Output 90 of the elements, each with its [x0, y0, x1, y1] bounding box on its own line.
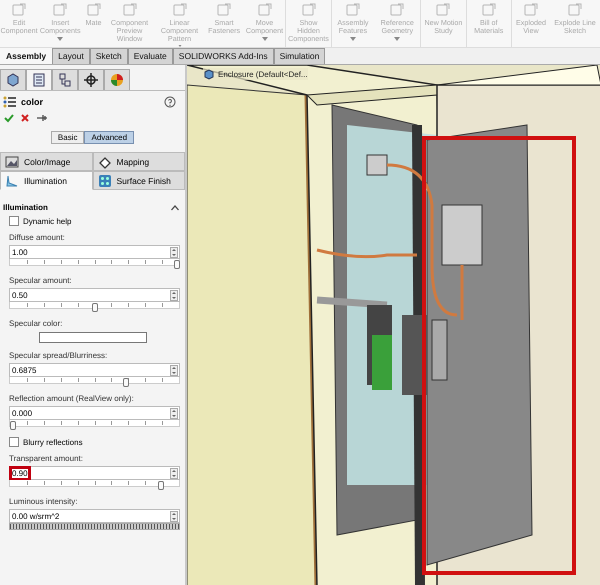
slider-track[interactable] — [9, 480, 180, 487]
ribbon-tab[interactable]: Simulation — [274, 48, 326, 64]
panel-tab[interactable] — [52, 69, 78, 90]
checkbox[interactable] — [9, 437, 19, 447]
component-icon — [122, 2, 138, 18]
field-label: Specular amount: — [9, 276, 73, 286]
spin-icon[interactable] — [170, 510, 178, 522]
component-icon — [480, 2, 497, 18]
component-icon — [389, 2, 406, 18]
appearance-tab[interactable]: Illumination — [0, 171, 92, 190]
checkmark-icon[interactable] — [4, 113, 14, 123]
field-value: 0.00 w/srm^2 — [12, 512, 60, 520]
section-title: Illumination — [3, 203, 48, 212]
assembly-icon — [203, 68, 215, 80]
ribbon-tab[interactable]: Sketch — [90, 48, 128, 64]
slider-track[interactable] — [9, 523, 180, 530]
spin-icon[interactable] — [170, 246, 178, 258]
number-field[interactable]: 0.6875 — [9, 363, 180, 377]
appearance-tab[interactable]: Mapping — [92, 152, 185, 171]
component-icon — [567, 2, 584, 18]
caret-icon — [262, 37, 268, 41]
component-icon — [52, 2, 68, 18]
panel-tab[interactable] — [0, 69, 26, 90]
slider-track[interactable] — [9, 377, 180, 384]
texture-icon — [98, 174, 112, 188]
slider-track[interactable] — [9, 302, 180, 309]
ribbon-tab[interactable]: SOLIDWORKS Add-Ins — [172, 48, 274, 64]
spin-icon[interactable] — [170, 468, 178, 478]
caret-icon — [350, 37, 356, 41]
appearance-tab[interactable]: Surface Finish — [92, 171, 185, 190]
caret-icon — [57, 37, 64, 41]
field-label: Luminous intensity: — [9, 497, 78, 507]
component-icon — [172, 2, 188, 18]
panel-tab[interactable] — [78, 69, 104, 90]
component-icon — [216, 2, 232, 18]
number-field[interactable]: 0.90 — [9, 466, 180, 480]
field-value: 1.00 — [12, 248, 28, 256]
diamond-icon — [98, 154, 112, 168]
field-label: Specular color: — [9, 319, 64, 329]
field-label: Specular spread/Blurriness: — [9, 351, 108, 361]
mode-button[interactable]: Basic — [50, 131, 84, 144]
slider-thumb[interactable] — [92, 303, 98, 312]
component-icon — [522, 2, 539, 18]
slider-thumb[interactable] — [123, 378, 130, 387]
help-icon[interactable] — [164, 96, 176, 108]
number-field[interactable]: 0.000 — [9, 406, 180, 420]
slider-track[interactable] — [9, 420, 180, 427]
caret-icon — [394, 37, 400, 41]
number-field[interactable]: 1.00 — [9, 245, 180, 259]
panel-tab[interactable] — [26, 69, 52, 90]
ribbon-tab[interactable]: Layout — [52, 48, 90, 64]
field-label: Reflection amount (RealView only): — [9, 394, 135, 404]
ribbon-tab[interactable]: Assembly — [0, 48, 52, 64]
pushpin-icon[interactable] — [36, 113, 48, 123]
field-label: Transparent amount: — [9, 454, 84, 464]
component-icon — [435, 2, 452, 18]
list-icon — [3, 95, 17, 109]
component-icon — [86, 2, 102, 18]
slider-thumb[interactable] — [158, 481, 164, 490]
component-icon — [300, 2, 316, 18]
checkbox[interactable] — [9, 216, 19, 226]
crosshair-icon — [82, 71, 100, 89]
field-label: Diffuse amount: — [9, 233, 66, 243]
ribbon-tab[interactable]: Evaluate — [128, 48, 173, 64]
image-icon — [5, 154, 19, 168]
spin-icon[interactable] — [170, 408, 178, 418]
checkbox-label: Blurry reflections — [23, 438, 83, 446]
component-icon — [256, 2, 272, 18]
number-field[interactable]: 0.50 — [9, 288, 180, 302]
field-value: 0.50 — [12, 290, 28, 300]
checkbox-label: Dynamic help — [23, 216, 72, 226]
slider-thumb[interactable] — [10, 421, 16, 430]
close-icon[interactable] — [20, 113, 30, 123]
mode-button[interactable]: Advanced — [84, 131, 134, 144]
slider-track[interactable] — [9, 259, 180, 266]
appearance-tab[interactable]: Color/Image — [0, 152, 92, 171]
field-value: 0.6875 — [12, 366, 36, 374]
component-icon — [344, 2, 361, 18]
panel-title: color — [21, 97, 44, 107]
number-field[interactable]: 0.00 w/srm^2 — [9, 509, 180, 523]
highlighted-value: 0.90 — [12, 468, 28, 478]
lamp-icon — [5, 174, 19, 188]
color-swatch[interactable] — [39, 332, 147, 343]
color-wheel-icon — [108, 71, 126, 89]
spin-icon[interactable] — [170, 290, 178, 300]
slider-thumb[interactable] — [174, 260, 180, 269]
component-icon — [11, 2, 28, 18]
collapse-icon[interactable] — [171, 204, 179, 210]
spin-icon[interactable] — [170, 364, 178, 376]
field-value: 0.000 — [12, 408, 32, 418]
